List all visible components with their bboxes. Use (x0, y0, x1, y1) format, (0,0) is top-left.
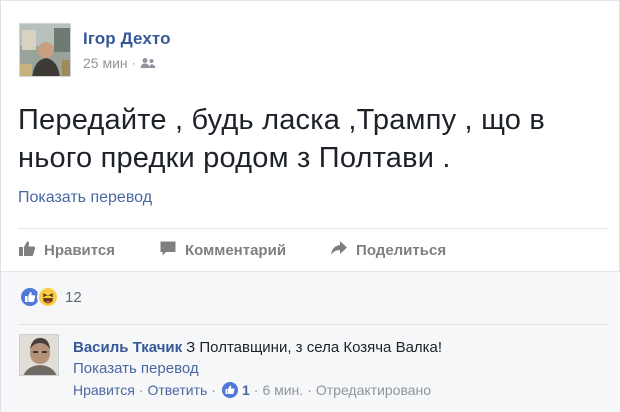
like-button-label: Нравится (44, 241, 116, 259)
comment-text: З Полтавщини, з села Козяча Валка! (186, 339, 443, 356)
comment-show-translation-link[interactable]: Показать перевод (73, 360, 603, 377)
post-text-line-2: нього предки родом з Полтави . (18, 142, 451, 174)
comment-meta-separator: · (211, 382, 216, 398)
comment-like-link[interactable]: Нравится (73, 382, 135, 398)
share-button-label: Поделиться (356, 241, 447, 259)
like-button[interactable]: Нравится (18, 240, 115, 261)
comment-meta: Нравится · Ответить · 1 · 6 мин. · Отред… (73, 382, 603, 398)
comment-reply-link[interactable]: Ответить (147, 382, 207, 398)
author-avatar[interactable] (19, 23, 71, 77)
share-arrow-icon (330, 240, 356, 260)
show-translation-link[interactable]: Показать перевод (18, 189, 152, 207)
post-actions: Нравится Комментарий Поделиться (18, 233, 608, 267)
share-button[interactable]: Поделиться (330, 240, 446, 260)
comment-like-icon[interactable] (221, 382, 238, 398)
post-header: Ігор Дехто 25 мин · (19, 23, 171, 79)
commenter-avatar[interactable] (19, 334, 59, 376)
haha-icon (37, 286, 59, 308)
reactions-and-comments: 12 Василь Ткачик З Полтавщини, з села Коз… (1, 271, 620, 412)
post-text: Передайте , будь ласка ,Трампу , що в нь… (18, 101, 608, 177)
reactions-summary[interactable]: 12 (19, 286, 82, 308)
commenter-name[interactable]: Василь Ткачик (73, 339, 182, 356)
comment-like-count: 1 (241, 382, 250, 398)
post-text-line-1: Передайте , будь ласка ,Трампу , що в (18, 104, 545, 136)
comment-meta-separator: · (253, 382, 259, 398)
comment-text-line: Василь Ткачик З Полтавщини, з села Козяча… (73, 338, 603, 357)
comment-edited-label[interactable]: Отредактировано (316, 382, 431, 398)
friends-icon[interactable] (140, 57, 156, 69)
thumbs-up-icon (18, 240, 44, 261)
comment-button-label: Комментарий (185, 241, 287, 259)
author-name[interactable]: Ігор Дехто (83, 29, 171, 49)
post-card: Ігор Дехто 25 мин · Передайте , будь лас… (0, 0, 620, 412)
comment-meta-separator: · (307, 382, 312, 398)
meta-separator: · (131, 56, 136, 70)
comment-meta-separator: · (138, 382, 144, 398)
comment-time[interactable]: 6 мин. (262, 382, 303, 398)
comment-icon (159, 240, 185, 261)
comments-divider (19, 324, 609, 325)
post-meta: 25 мин · (83, 55, 171, 71)
actions-divider-top (18, 228, 608, 229)
reaction-count: 12 (65, 288, 82, 306)
comment-button[interactable]: Комментарий (159, 240, 286, 261)
post-time[interactable]: 25 мин (83, 55, 128, 71)
reaction-icons (19, 286, 65, 308)
